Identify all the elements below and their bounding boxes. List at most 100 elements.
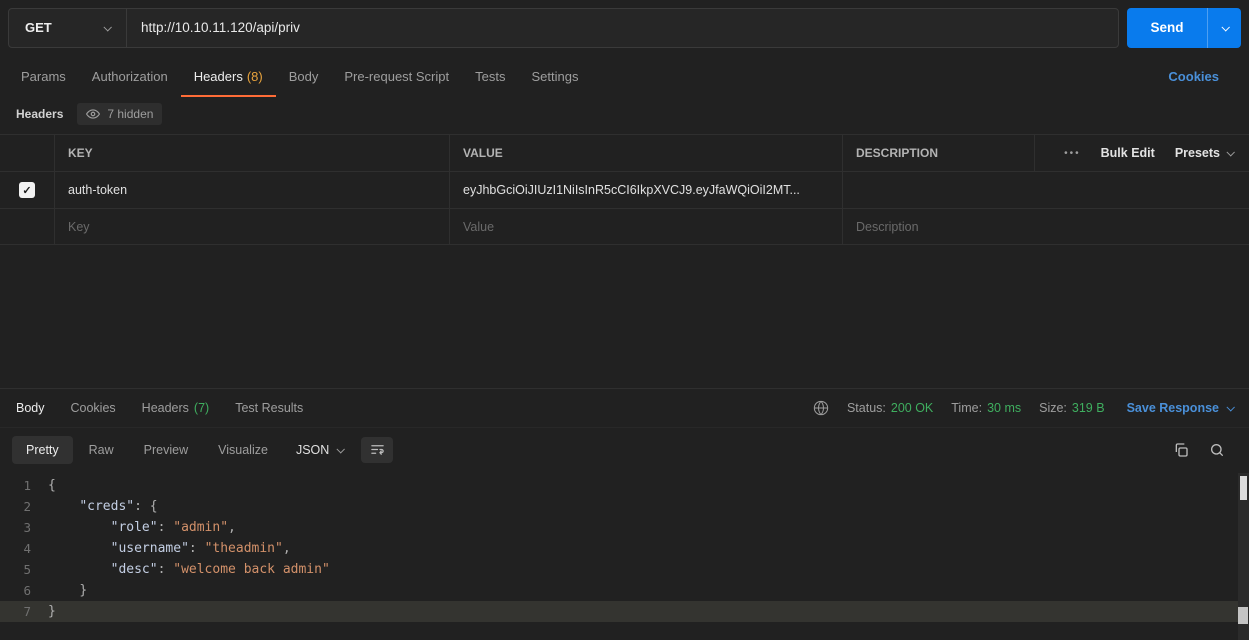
status-value: 200 OK xyxy=(891,401,933,415)
time-label: Time: xyxy=(951,401,982,415)
code-line: 6 } xyxy=(0,580,1249,601)
tab-authorization[interactable]: Authorization xyxy=(79,55,181,97)
checkbox-cell xyxy=(0,209,55,244)
bulk-edit-button[interactable]: Bulk Edit xyxy=(1101,146,1155,160)
select-all-cell xyxy=(0,135,55,171)
tab-authorization-label: Authorization xyxy=(92,69,168,84)
table-header-row: KEY VALUE DESCRIPTION ••• Bulk Edit Pres… xyxy=(0,134,1249,171)
tab-headers[interactable]: Headers (8) xyxy=(181,55,276,97)
code-line: 5 "desc": "welcome back admin" xyxy=(0,559,1249,580)
response-body-viewer: 1 { 2 "creds": { 3 "role": "admin", 4 "u… xyxy=(0,471,1249,640)
time-value: 30 ms xyxy=(987,401,1021,415)
view-tab-raw[interactable]: Raw xyxy=(75,436,128,464)
tab-params-label: Params xyxy=(21,69,66,84)
wrap-text-icon xyxy=(370,442,385,457)
tab-tests-label: Tests xyxy=(475,69,505,84)
tab-body[interactable]: Body xyxy=(276,55,332,97)
request-tabs: Params Authorization Headers (8) Body Pr… xyxy=(0,55,1249,97)
language-dropdown[interactable]: JSON xyxy=(296,443,343,457)
code-line: 4 "username": "theadmin", xyxy=(0,538,1249,559)
response-panel: Body Cookies Headers (7) Test Results St… xyxy=(0,388,1249,640)
headers-count-badge: (8) xyxy=(247,69,263,84)
copy-button[interactable] xyxy=(1173,442,1189,458)
size-indicator: Size: 319 B xyxy=(1039,401,1104,415)
tab-params[interactable]: Params xyxy=(8,55,79,97)
line-number: 5 xyxy=(0,559,48,580)
tab-settings-label: Settings xyxy=(531,69,578,84)
column-header-key: KEY xyxy=(55,135,450,171)
tab-body-label: Body xyxy=(289,69,319,84)
vertical-scrollbar-thumb[interactable] xyxy=(1240,476,1247,500)
value-cell[interactable]: eyJhbGciOiJIUzI1NiIsInR5cCI6IkpXVCJ9.eyJ… xyxy=(450,172,843,208)
view-tab-visualize[interactable]: Visualize xyxy=(204,436,282,464)
key-cell[interactable]: auth-token xyxy=(55,172,450,208)
chevron-down-icon xyxy=(103,23,111,31)
url-input[interactable] xyxy=(127,9,1118,47)
description-cell[interactable] xyxy=(843,172,1249,208)
postman-request-window: GET Send Params Authorization Headers (8… xyxy=(0,0,1249,640)
globe-icon[interactable] xyxy=(813,400,829,416)
column-header-description: DESCRIPTION xyxy=(843,135,1035,171)
eye-icon xyxy=(86,107,100,121)
table-row-empty: Key Value Description xyxy=(0,208,1249,245)
send-options-button[interactable] xyxy=(1207,8,1241,48)
presets-dropdown[interactable]: Presets xyxy=(1175,146,1233,160)
language-label: JSON xyxy=(296,443,329,457)
url-group: GET xyxy=(8,8,1119,48)
save-response-label: Save Response xyxy=(1127,401,1219,415)
search-icon xyxy=(1209,442,1225,458)
view-tab-preview[interactable]: Preview xyxy=(130,436,202,464)
chevron-down-icon xyxy=(1226,148,1234,156)
view-tab-pretty[interactable]: Pretty xyxy=(12,436,73,464)
search-button[interactable] xyxy=(1209,442,1225,458)
hidden-headers-toggle[interactable]: 7 hidden xyxy=(77,103,162,125)
response-tab-cookies[interactable]: Cookies xyxy=(71,401,116,415)
save-response-button[interactable]: Save Response xyxy=(1127,401,1233,415)
presets-label: Presets xyxy=(1175,146,1220,160)
headers-table: KEY VALUE DESCRIPTION ••• Bulk Edit Pres… xyxy=(0,134,1249,245)
tab-headers-label: Headers xyxy=(194,69,243,84)
line-number: 4 xyxy=(0,538,48,559)
horizontal-scrollbar-thumb[interactable] xyxy=(1238,607,1248,624)
line-number: 2 xyxy=(0,496,48,517)
size-value: 319 B xyxy=(1072,401,1105,415)
key-cell-placeholder[interactable]: Key xyxy=(55,209,450,244)
size-label: Size: xyxy=(1039,401,1067,415)
value-cell-placeholder[interactable]: Value xyxy=(450,209,843,244)
tab-pre-request-label: Pre-request Script xyxy=(344,69,449,84)
more-actions-icon[interactable]: ••• xyxy=(1064,148,1081,159)
response-tab-test-results[interactable]: Test Results xyxy=(235,401,303,415)
status-indicator: Status: 200 OK xyxy=(847,401,933,415)
description-cell-placeholder[interactable]: Description xyxy=(843,209,1249,244)
response-view-toolbar: Pretty Raw Preview Visualize JSON xyxy=(0,427,1249,471)
method-label: GET xyxy=(25,20,52,35)
send-button[interactable]: Send xyxy=(1127,8,1207,48)
headers-section-title: Headers xyxy=(16,107,63,121)
request-bar: GET Send xyxy=(0,0,1249,55)
tab-settings[interactable]: Settings xyxy=(518,55,591,97)
response-toolbar-right xyxy=(1173,442,1237,458)
response-tab-headers[interactable]: Headers (7) xyxy=(142,401,210,415)
status-label: Status: xyxy=(847,401,886,415)
cookies-link[interactable]: Cookies xyxy=(1168,69,1241,84)
response-headers-count-badge: (7) xyxy=(194,401,209,415)
line-number: 6 xyxy=(0,580,48,601)
tab-pre-request-script[interactable]: Pre-request Script xyxy=(331,55,462,97)
method-dropdown[interactable]: GET xyxy=(9,9,127,47)
wrap-lines-button[interactable] xyxy=(361,437,393,463)
line-number: 1 xyxy=(0,475,48,496)
chevron-down-icon xyxy=(337,445,345,453)
tab-tests[interactable]: Tests xyxy=(462,55,518,97)
response-tabs: Body Cookies Headers (7) Test Results St… xyxy=(0,389,1249,427)
headers-subheader: Headers 7 hidden xyxy=(0,97,1249,131)
line-number: 3 xyxy=(0,517,48,538)
table-actions: ••• Bulk Edit Presets xyxy=(1035,135,1249,171)
code-line: 3 "role": "admin", xyxy=(0,517,1249,538)
checkbox-cell: ✓ xyxy=(0,172,55,208)
send-button-group: Send xyxy=(1127,8,1241,48)
chevron-down-icon xyxy=(1221,23,1229,31)
response-tab-body[interactable]: Body xyxy=(16,401,45,415)
row-checkbox[interactable]: ✓ xyxy=(19,182,35,198)
response-tab-test-results-label: Test Results xyxy=(235,401,303,415)
table-row: ✓ auth-token eyJhbGciOiJIUzI1NiIsInR5cCI… xyxy=(0,171,1249,208)
